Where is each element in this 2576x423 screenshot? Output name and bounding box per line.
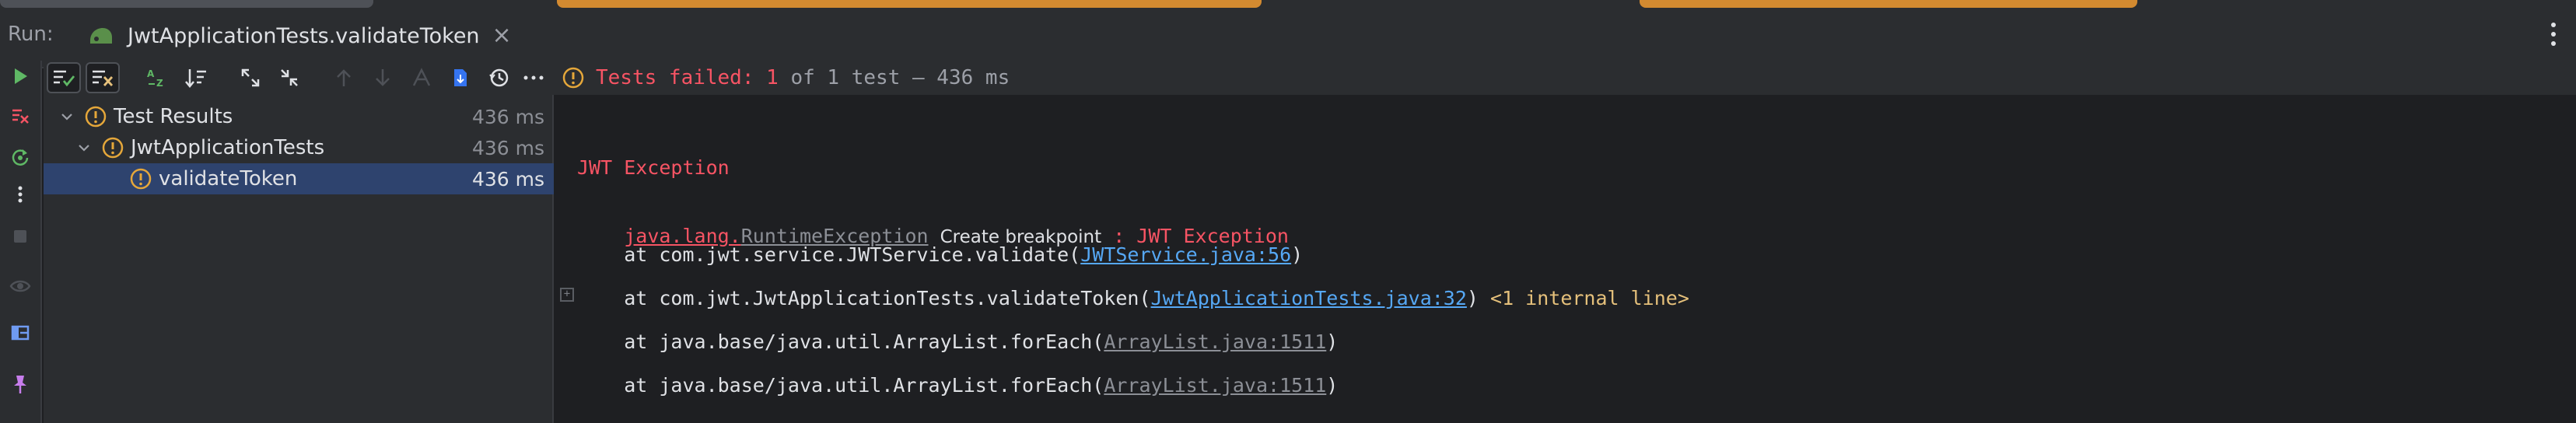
- tree-row-jwtapplicationtests[interactable]: JwtApplicationTests 436 ms: [44, 132, 554, 163]
- chevron-down-icon[interactable]: [58, 107, 76, 126]
- stack-frame-prefix: at java.base/java.util.ArrayList.forEach…: [577, 330, 1104, 353]
- tests-summary-text: of 1 test – 436 ms: [778, 66, 1010, 89]
- stack-frame-suffix: ): [1466, 287, 1479, 309]
- chevron-down-icon[interactable]: [75, 138, 93, 157]
- tree-row-label: Test Results: [114, 105, 233, 128]
- svg-text:Z: Z: [156, 78, 163, 89]
- sort-duration-icon[interactable]: [179, 62, 213, 93]
- svg-text:A: A: [147, 68, 155, 79]
- warning-icon: [102, 137, 124, 159]
- test-config-icon: [90, 28, 112, 44]
- tree-row-label: validateToken: [159, 167, 298, 191]
- left-toolbar: [0, 61, 42, 423]
- next-failed-icon[interactable]: [366, 62, 400, 93]
- test-results-tree: Test Results 436 ms JwtApplicationTests …: [44, 95, 554, 423]
- tree-row-test-results[interactable]: Test Results 436 ms: [44, 101, 554, 132]
- test-status-bar: Tests failed: 1 of 1 test – 436 ms: [554, 61, 2576, 95]
- stack-frame-link[interactable]: JWTService.java:56: [1080, 243, 1291, 266]
- more-horizontal-icon[interactable]: [516, 62, 551, 93]
- stop-icon[interactable]: [5, 221, 36, 252]
- stack-frame-prefix: at com.jwt.service.JWTService.validate(: [577, 243, 1081, 266]
- stack-frame-suffix: ): [1291, 243, 1304, 266]
- stack-frame-prefix: at com.jwt.JwtApplicationTests.validateT…: [577, 287, 1151, 309]
- warning-icon: [130, 168, 152, 190]
- stack-frame-suffix: ): [1326, 374, 1339, 397]
- eye-icon[interactable]: [5, 271, 36, 302]
- close-icon[interactable]: ×: [492, 24, 512, 47]
- tree-row-time: 436 ms: [471, 105, 544, 128]
- warning-icon: [562, 67, 584, 89]
- history-icon[interactable]: [482, 62, 516, 93]
- more-vertical-icon[interactable]: [2542, 19, 2565, 50]
- tree-row-label: JwtApplicationTests: [131, 136, 325, 159]
- tests-failed-text: Tests failed: 1: [596, 66, 779, 89]
- pin-icon[interactable]: [5, 369, 36, 400]
- tree-row-time: 436 ms: [471, 167, 544, 191]
- run-label: Run:: [8, 23, 54, 46]
- expand-all-icon[interactable]: [233, 62, 268, 93]
- rerun-icon[interactable]: [5, 142, 36, 173]
- stack-frame-line: at com.jwt.service.JWTService.validate(J…: [577, 243, 1303, 267]
- stop-rerun-failed-icon[interactable]: [5, 100, 36, 131]
- show-ignored-icon[interactable]: [86, 62, 120, 93]
- layout-icon[interactable]: [5, 317, 36, 348]
- run-tab[interactable]: JwtApplicationTests.validateToken ×: [75, 8, 565, 70]
- console-output[interactable]: JWT Exception java.lang.RuntimeException…: [555, 95, 2576, 423]
- sort-alpha-icon[interactable]: A Z: [140, 62, 174, 93]
- previous-failed-icon[interactable]: [327, 62, 361, 93]
- more-vertical-icon[interactable]: [5, 179, 36, 210]
- coverage-icon[interactable]: [404, 62, 439, 93]
- stack-frame-line: at com.jwt.JwtApplicationTests.validateT…: [577, 286, 1689, 311]
- run-icon[interactable]: [5, 61, 36, 92]
- stack-frame-prefix: at java.base/java.util.ArrayList.forEach…: [577, 374, 1104, 397]
- stack-frame-line: at java.base/java.util.ArrayList.forEach…: [577, 373, 1338, 398]
- run-tab-title: JwtApplicationTests.validateToken: [128, 23, 480, 48]
- export-icon[interactable]: [443, 62, 478, 93]
- console-header-line: JWT Exception: [577, 156, 730, 179]
- accent-strip-1: [557, 0, 1262, 8]
- stack-frame-suffix: ): [1326, 330, 1339, 353]
- stack-frame-link[interactable]: JwtApplicationTests.java:32: [1151, 287, 1467, 309]
- tree-row-time: 436 ms: [471, 136, 544, 159]
- accent-strip-2: [1640, 0, 2137, 8]
- run-tool-window-header: Run: JwtApplicationTests.validateToken ×: [0, 0, 2576, 70]
- stack-frame-link[interactable]: ArrayList.java:1511: [1104, 330, 1326, 353]
- stack-frame-link[interactable]: ArrayList.java:1511: [1104, 374, 1326, 397]
- tree-row-validatetoken[interactable]: validateToken 436 ms: [44, 163, 554, 194]
- show-passed-icon[interactable]: [47, 62, 81, 93]
- stack-frame-line: at java.base/java.util.ArrayList.forEach…: [577, 330, 1338, 355]
- test-toolbar: A Z: [44, 61, 554, 95]
- accent-strip-left: [0, 0, 373, 8]
- collapse-all-icon[interactable]: [272, 62, 306, 93]
- fold-expand-icon[interactable]: +: [560, 288, 574, 302]
- warning-icon: [85, 106, 107, 128]
- internal-lines-fold[interactable]: <1 internal line>: [1479, 287, 1689, 309]
